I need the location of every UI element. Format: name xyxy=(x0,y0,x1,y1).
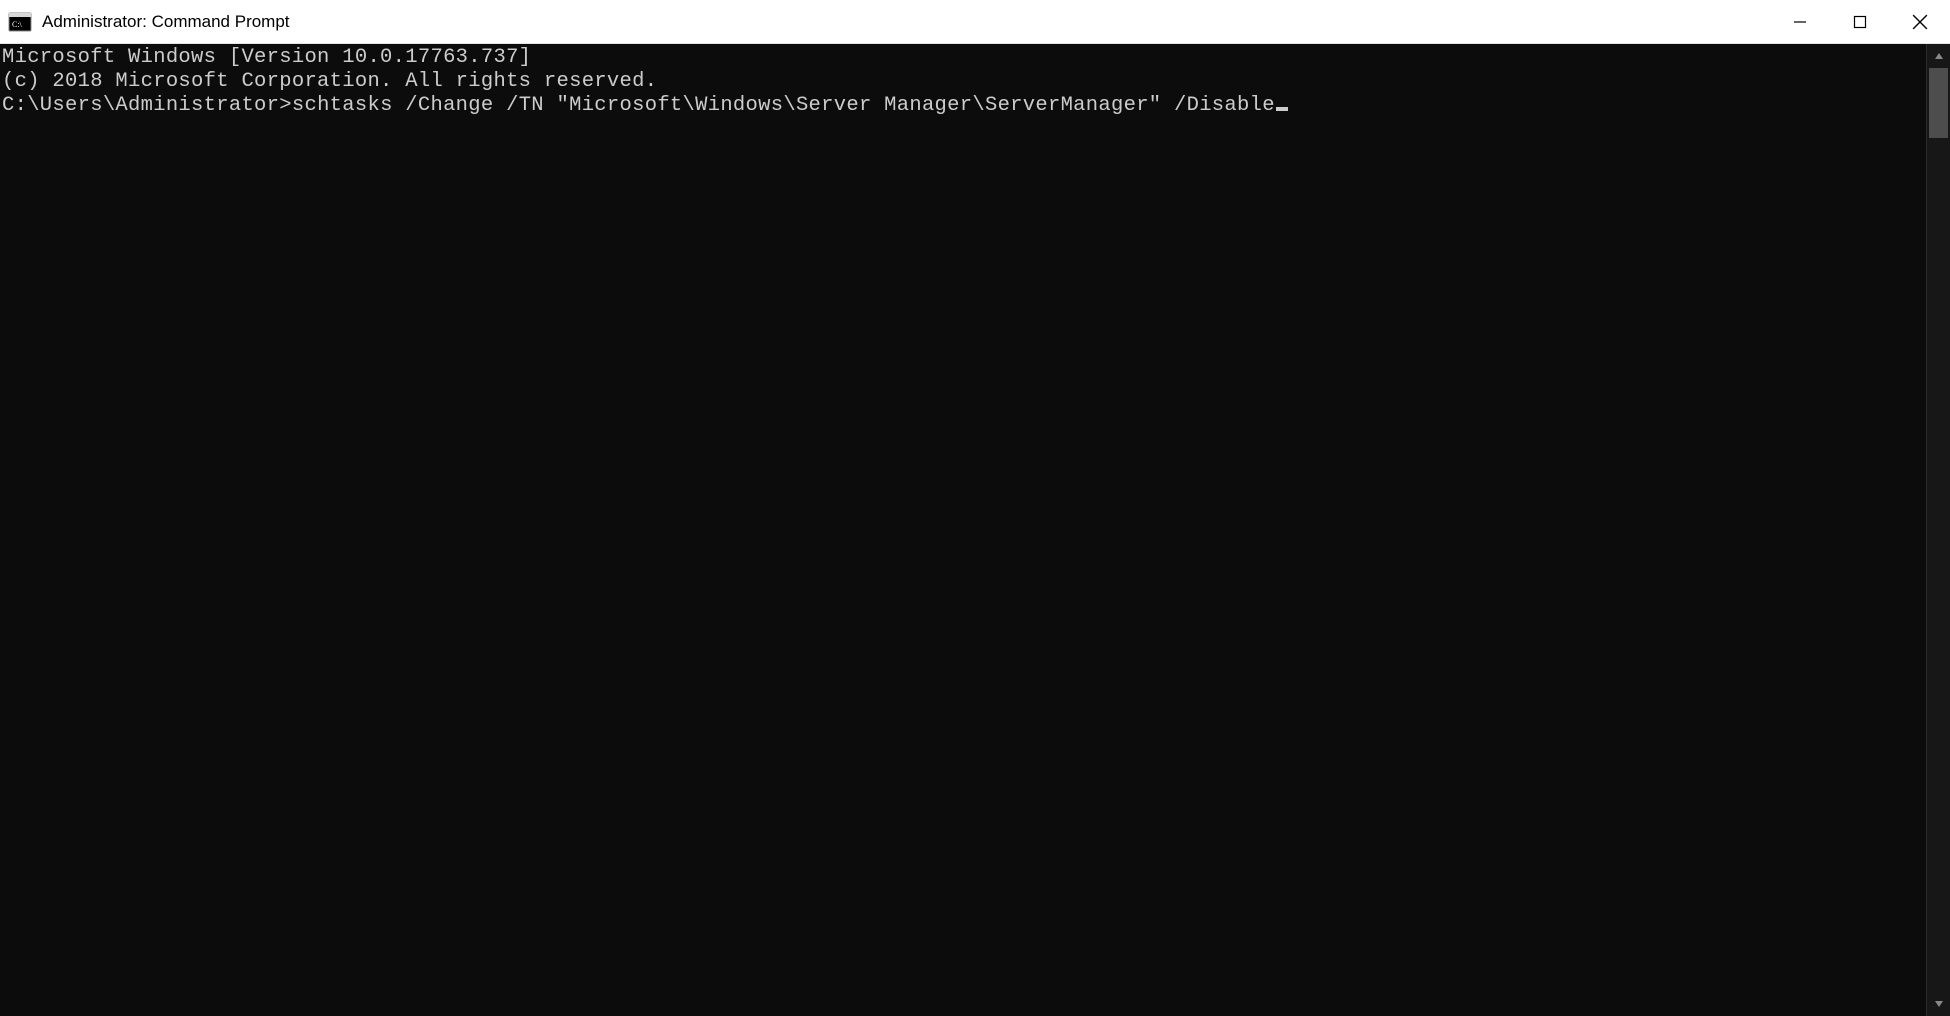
text-cursor xyxy=(1276,107,1288,111)
titlebar[interactable]: C:\ Administrator: Command Prompt xyxy=(0,0,1950,44)
console-line: Microsoft Windows [Version 10.0.17763.73… xyxy=(2,46,1926,70)
console-prompt-line: C:\Users\Administrator>schtasks /Change … xyxy=(2,94,1926,118)
scroll-down-arrow-icon[interactable] xyxy=(1927,992,1950,1016)
console-area[interactable]: Microsoft Windows [Version 10.0.17763.73… xyxy=(0,44,1926,1016)
command-prompt-window: C:\ Administrator: Command Prompt Micros… xyxy=(0,0,1950,1016)
close-button[interactable] xyxy=(1890,0,1950,43)
window-title: Administrator: Command Prompt xyxy=(42,12,1770,32)
command-prompt-icon: C:\ xyxy=(8,10,32,34)
scroll-up-arrow-icon[interactable] xyxy=(1927,44,1950,68)
console-area-wrap: Microsoft Windows [Version 10.0.17763.73… xyxy=(0,44,1950,1016)
maximize-button[interactable] xyxy=(1830,0,1890,43)
scroll-thumb[interactable] xyxy=(1929,68,1948,138)
svg-text:C:\: C:\ xyxy=(12,20,23,29)
vertical-scrollbar[interactable] xyxy=(1926,44,1950,1016)
console-command: schtasks /Change /TN "Microsoft\Windows\… xyxy=(292,94,1275,117)
minimize-button[interactable] xyxy=(1770,0,1830,43)
scroll-track[interactable] xyxy=(1927,68,1950,992)
console-line: (c) 2018 Microsoft Corporation. All righ… xyxy=(2,70,1926,94)
console-prompt: C:\Users\Administrator> xyxy=(2,94,292,117)
window-controls xyxy=(1770,0,1950,43)
